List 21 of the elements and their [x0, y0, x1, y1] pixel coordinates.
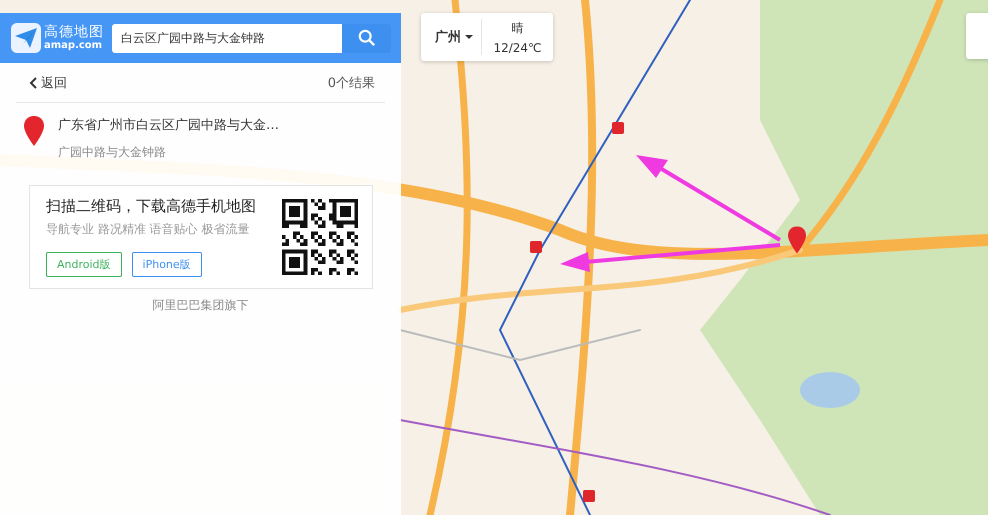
result-title: 广东省广州市白云区广园中路与大金…: [58, 117, 279, 134]
logo-name: 高德地图: [44, 25, 104, 39]
promo-title: 扫描二维码，下载高德手机地图: [46, 197, 256, 216]
footer-text: 阿里巴巴集团旗下: [152, 297, 248, 314]
map-pin-icon[interactable]: [788, 226, 806, 254]
logo-domain: amap.com: [44, 41, 104, 51]
caret-icon: [465, 35, 473, 39]
back-button[interactable]: 返回: [16, 74, 67, 92]
search-button[interactable]: [342, 24, 391, 52]
weather-condition: 晴: [512, 20, 524, 36]
temperature: 12/24℃: [493, 40, 542, 54]
paper-plane-icon: [11, 23, 41, 53]
result-item[interactable]: 广东省广州市白云区广园中路与大金… 广园中路与大金钟路: [0, 103, 401, 175]
city-dropdown[interactable]: 广州: [421, 19, 482, 55]
chevron-left-icon: [29, 76, 37, 88]
result-count: 0个结果: [328, 74, 375, 92]
search-icon: [358, 29, 376, 47]
promo-features: 导航专业 路况精准 语音贴心 极省流量: [46, 221, 250, 238]
search-field[interactable]: 白云区广园中路与大金钟路: [112, 24, 342, 52]
map-pin-icon: [24, 116, 44, 146]
result-subtitle: 广园中路与大金钟路: [58, 144, 167, 161]
